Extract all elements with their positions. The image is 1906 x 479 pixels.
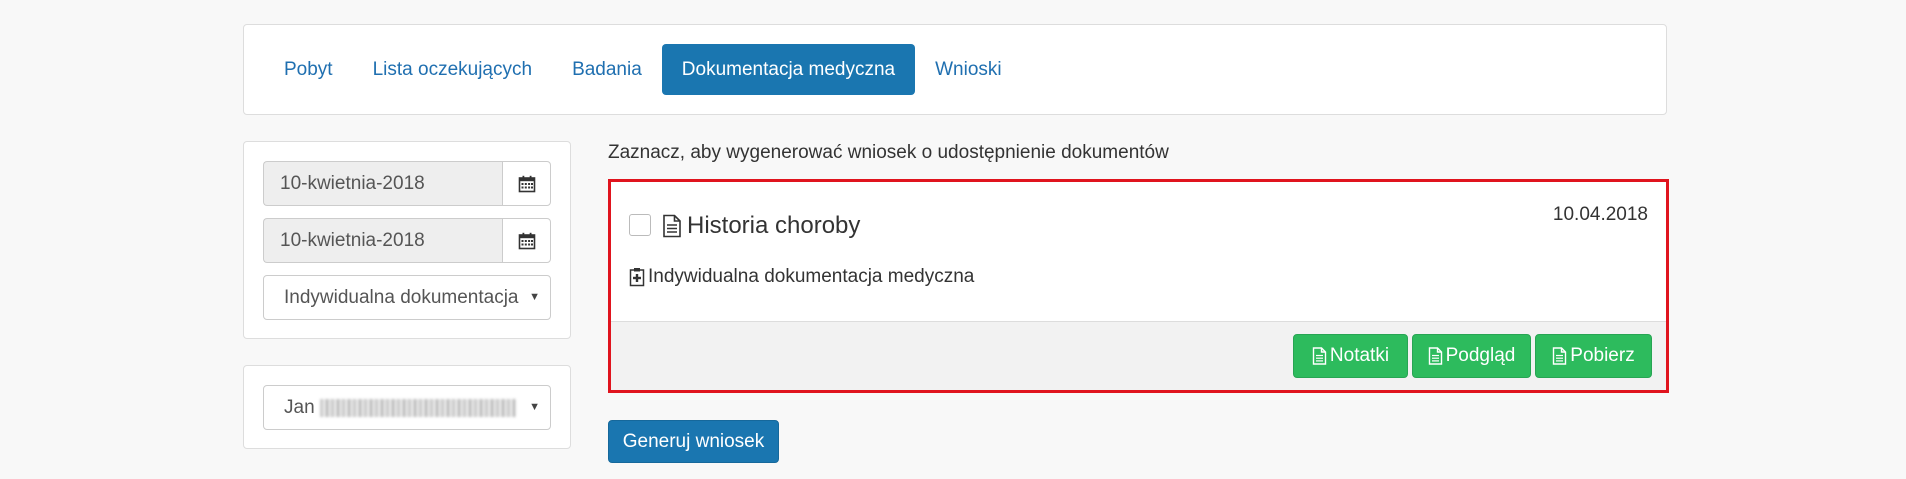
- tab-lista-oczekujacych[interactable]: Lista oczekujących: [353, 44, 552, 95]
- calendar-icon: [518, 232, 536, 250]
- document-type-text: Indywidualna dokumentacja medyczna: [648, 266, 975, 287]
- file-text-icon: [662, 214, 682, 238]
- tabs-panel: Pobyt Lista oczekujących Badania Dokumen…: [243, 24, 1667, 115]
- file-text-icon: [1552, 347, 1567, 365]
- document-date: 10.04.2018: [1552, 204, 1648, 225]
- filters-panel: 10-kwietnia-2018 10-kwietnia-2018 Indywi…: [243, 141, 571, 339]
- calendar-icon: [518, 175, 536, 193]
- document-title: Historia choroby: [662, 212, 860, 240]
- date-to-input[interactable]: 10-kwietnia-2018: [263, 218, 502, 263]
- date-from-group: 10-kwietnia-2018: [263, 161, 551, 206]
- tab-pobyt[interactable]: Pobyt: [264, 44, 353, 95]
- document-card-footer: Notatki Podgląd Pobierz: [611, 321, 1666, 390]
- instruction-text: Zaznacz, aby wygenerować wniosek o udost…: [608, 142, 1169, 163]
- file-text-icon: [1428, 347, 1443, 365]
- preview-button-label: Podgląd: [1445, 345, 1516, 366]
- date-to-calendar-button[interactable]: [502, 218, 551, 263]
- document-type: Indywidualna dokumentacja medyczna: [629, 266, 974, 288]
- redacted-name: [319, 398, 516, 417]
- patient-select[interactable]: Jan ▼: [263, 385, 551, 430]
- download-button-label: Pobierz: [1570, 345, 1635, 366]
- document-card: Historia choroby 10.04.2018 Indywidualna…: [608, 179, 1669, 393]
- generate-request-button[interactable]: Generuj wniosek: [608, 420, 779, 463]
- date-from-calendar-button[interactable]: [502, 161, 551, 206]
- date-from-input[interactable]: 10-kwietnia-2018: [263, 161, 502, 206]
- caret-down-icon: ▼: [529, 401, 540, 413]
- document-title-text: Historia choroby: [687, 212, 861, 239]
- notes-button-label: Notatki: [1329, 345, 1390, 366]
- tab-wnioski[interactable]: Wnioski: [915, 44, 1022, 95]
- document-card-body: Historia choroby 10.04.2018 Indywidualna…: [611, 182, 1666, 324]
- tab-badania[interactable]: Badania: [552, 44, 662, 95]
- caret-down-icon: ▼: [529, 291, 540, 303]
- tab-dokumentacja-medyczna[interactable]: Dokumentacja medyczna: [661, 44, 916, 95]
- preview-button[interactable]: Podgląd: [1412, 334, 1531, 378]
- document-type-select-value: Indywidualna dokumentacja: [284, 287, 519, 308]
- document-type-select[interactable]: Indywidualna dokumentacja ▼: [263, 275, 551, 320]
- patient-panel: Jan ▼: [243, 365, 571, 449]
- notes-button[interactable]: Notatki: [1293, 334, 1408, 378]
- clipboard-icon: [629, 267, 645, 287]
- download-button[interactable]: Pobierz: [1535, 334, 1652, 378]
- tab-bar: Pobyt Lista oczekujących Badania Dokumen…: [264, 44, 1022, 95]
- patient-select-value: Jan: [284, 397, 315, 418]
- file-text-icon: [1312, 347, 1327, 365]
- document-select-checkbox[interactable]: [629, 214, 651, 236]
- date-to-group: 10-kwietnia-2018: [263, 218, 551, 263]
